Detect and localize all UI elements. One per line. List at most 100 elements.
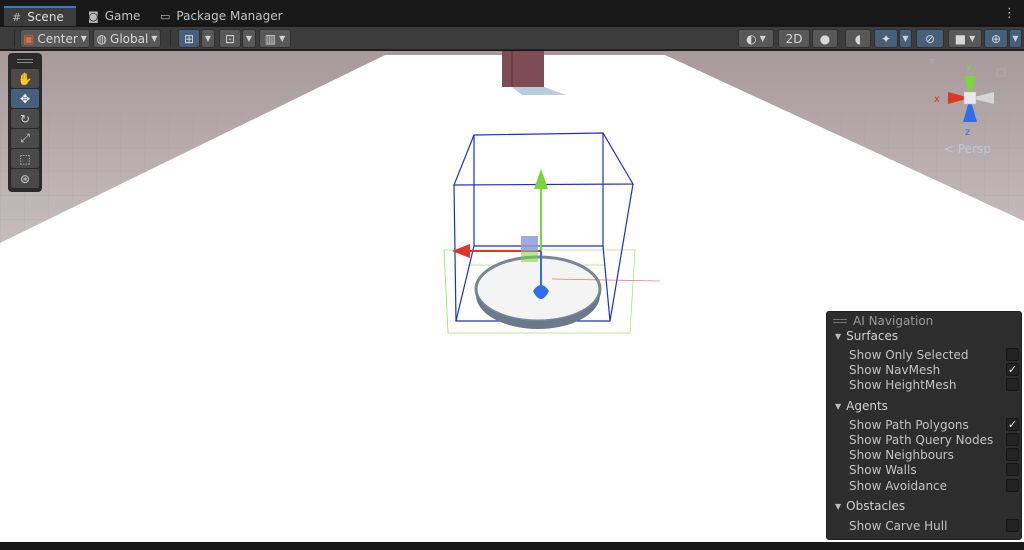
tools-overlay-grip[interactable]: [17, 59, 33, 63]
mode-2d-button[interactable]: 2D: [778, 29, 810, 48]
transform-icon: ⊛: [19, 171, 31, 186]
toggle-show-walls[interactable]: Show Walls: [849, 462, 1019, 477]
toggle-label: Show Neighbours: [849, 447, 954, 462]
audio-mute-icon: ◖: [854, 31, 862, 46]
grid-snap-icon: ⊞: [183, 31, 195, 46]
view-tool-button[interactable]: ✋: [11, 69, 39, 88]
camera-settings-dropdown[interactable]: ■ ▼: [948, 29, 982, 48]
checkbox[interactable]: [1006, 448, 1019, 461]
toggle-show-carve-hull[interactable]: Show Carve Hull: [849, 518, 1019, 533]
checkbox[interactable]: [1006, 463, 1019, 476]
toggle-label: Show Avoidance: [849, 478, 948, 493]
projection-toggle[interactable]: < Persp: [944, 142, 991, 156]
triangle-down-icon: ▼: [835, 331, 842, 341]
grid-snapping-dropdown[interactable]: ▼: [201, 29, 215, 48]
chevron-down-icon: ▼: [80, 34, 87, 43]
move-tool-button[interactable]: ✥: [11, 89, 39, 108]
gizmos-icon: ⊕: [990, 31, 1002, 46]
check-icon: ✓: [1007, 418, 1018, 431]
grid-visibility-icon: ▥: [264, 31, 277, 46]
camera-icon: ■: [954, 31, 967, 46]
chevron-down-icon: ▼: [204, 34, 212, 43]
effects-toggle-button[interactable]: ✦: [874, 29, 898, 48]
checkbox-checked[interactable]: ✓: [1006, 418, 1019, 431]
tab-scene-label: Scene: [27, 10, 64, 24]
draw-mode-dropdown[interactable]: ◐ ▼: [738, 29, 774, 48]
section-obstacles[interactable]: ▼ Obstacles: [835, 499, 905, 513]
lighting-toggle-button[interactable]: ●: [812, 29, 838, 48]
toggle-label: Show NavMesh: [849, 362, 941, 377]
toggle-show-avoidance[interactable]: Show Avoidance: [849, 478, 1019, 493]
gizmo-center-cube[interactable]: [963, 91, 977, 105]
grid-visibility-dropdown[interactable]: ▥ ▼: [259, 29, 291, 48]
rotate-tool-button[interactable]: ↻: [11, 109, 39, 128]
effects-dropdown[interactable]: ▼: [899, 29, 912, 48]
chevron-down-icon: ▼: [245, 34, 253, 43]
move-gizmo-xz-plane[interactable]: [521, 251, 538, 262]
move-icon: ✥: [19, 91, 31, 106]
chevron-down-icon: ▼: [1012, 34, 1019, 43]
checkbox[interactable]: [1006, 348, 1019, 361]
tab-game-label: Game: [104, 9, 141, 23]
chevron-down-icon: ▼: [151, 34, 158, 43]
window-tab-bar: # Scene ◙ Game ▭ Package Manager ⋮: [0, 0, 1024, 26]
pivot-mode-label: Center: [37, 31, 78, 46]
rect-icon: ⬚: [19, 151, 31, 166]
toggle-show-neighbours[interactable]: Show Neighbours: [849, 447, 1019, 462]
kebab-menu-icon[interactable]: ⋮: [1003, 6, 1016, 21]
tab-package-manager[interactable]: ▭ Package Manager: [152, 6, 292, 26]
chevron-down-icon: ▼: [279, 34, 286, 43]
ai-navigation-title[interactable]: AI Navigation: [833, 314, 933, 328]
section-obstacles-label: Obstacles: [846, 499, 906, 513]
grid-snapping-button[interactable]: ⊞: [178, 29, 200, 48]
pivot-mode-dropdown[interactable]: ▣ Center ▼: [20, 29, 90, 48]
toggle-label: Show HeightMesh: [849, 377, 957, 392]
checkbox[interactable]: [1006, 519, 1019, 532]
toggle-label: Show Path Polygons: [849, 417, 969, 432]
mode-2d-label: 2D: [785, 31, 803, 46]
toggle-show-only-selected[interactable]: Show Only Selected: [849, 347, 1019, 362]
projection-label: Persp: [957, 142, 991, 156]
toggle-label: Show Carve Hull: [849, 518, 948, 533]
chevron-left-icon: <: [944, 142, 955, 156]
scene-toolbar: ▣ Center ▼ ◍ Global ▼ ⊞ ▼ ⊡ ▼ ▥ ▼ ◐ ▼ 2D…: [0, 27, 1024, 50]
move-gizmo-xy-plane[interactable]: [521, 236, 538, 251]
toolbar-grip: [14, 30, 15, 47]
toggle-label: Show Walls: [849, 462, 917, 477]
package-icon: ▭: [160, 9, 171, 23]
gizmos-dropdown[interactable]: ▼: [1009, 29, 1022, 48]
section-agents[interactable]: ▼ Agents: [835, 399, 888, 413]
toggle-show-path-polygons[interactable]: Show Path Polygons ✓: [849, 417, 1019, 432]
grid-icon: #: [12, 10, 22, 24]
toggle-show-path-query-nodes[interactable]: Show Path Query Nodes: [849, 432, 1019, 447]
hand-icon: ✋: [17, 71, 33, 86]
increment-snap-button[interactable]: ⊡: [219, 29, 241, 48]
lock-icon[interactable]: [996, 68, 1006, 77]
gizmo-x-label: x: [934, 94, 940, 105]
checkbox-checked[interactable]: ✓: [1006, 363, 1019, 376]
section-surfaces[interactable]: ▼ Surfaces: [835, 329, 898, 343]
scene-visibility-toggle-button[interactable]: ⊘: [916, 29, 944, 48]
shading-mode-icon: ◐: [746, 31, 757, 46]
toggle-show-navmesh[interactable]: Show NavMesh ✓: [849, 362, 1019, 377]
rect-tool-button[interactable]: ⬚: [11, 149, 39, 168]
tab-game[interactable]: ◙ Game: [80, 6, 150, 26]
gizmos-toggle-button[interactable]: ⊕: [984, 29, 1008, 48]
toggle-show-heightmesh[interactable]: Show HeightMesh: [849, 377, 1019, 392]
section-agents-label: Agents: [846, 399, 888, 413]
gizmo-z-label: z: [965, 127, 970, 138]
tab-package-manager-label: Package Manager: [176, 9, 283, 23]
orientation-gizmo[interactable]: y x z: [930, 56, 1010, 156]
checkbox[interactable]: [1006, 433, 1019, 446]
transform-tool-button[interactable]: ⊛: [11, 169, 39, 188]
effects-icon: ✦: [880, 31, 892, 46]
increment-snap-dropdown[interactable]: ▼: [242, 29, 256, 48]
tab-scene[interactable]: # Scene: [4, 6, 76, 26]
checkbox[interactable]: [1006, 378, 1019, 391]
overlay-grip-icon: [833, 319, 847, 323]
pivot-rotation-dropdown[interactable]: ◍ Global ▼: [93, 29, 161, 48]
checkbox[interactable]: [1006, 479, 1019, 492]
chevron-down-icon: ▼: [902, 34, 909, 43]
scale-tool-button[interactable]: ⤢: [11, 129, 39, 148]
audio-toggle-button[interactable]: ◖: [845, 29, 871, 48]
